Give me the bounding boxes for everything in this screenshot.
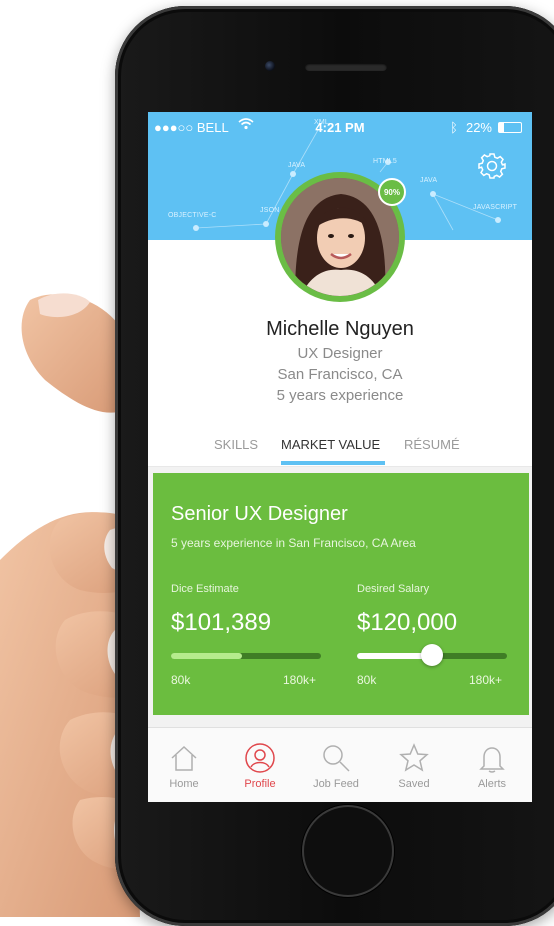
skill-tag: HTML5 [373, 158, 397, 165]
dice-range-max: 180k+ [283, 673, 317, 687]
skill-tag: OBJECTIVE-C [168, 212, 217, 219]
dice-estimate-bar-fill [171, 653, 242, 659]
desired-salary-label: Desired Salary [357, 583, 430, 595]
desired-salary-slider-thumb[interactable] [421, 644, 443, 666]
skill-tag: JSON [260, 207, 280, 214]
profile-icon [245, 743, 275, 773]
nav-home[interactable]: Home [154, 742, 214, 790]
desired-salary-value: $120,000 [357, 609, 458, 636]
market-value-card: Senior UX Designer 5 years experience in… [153, 473, 529, 715]
bluetooth-icon: ᛒ [450, 120, 458, 135]
profile-location: San Francisco, CA [277, 366, 403, 383]
nav-saved[interactable]: Saved [384, 742, 444, 790]
home-icon [171, 745, 197, 771]
profile-name: Michelle Nguyen [266, 318, 414, 340]
nav-alerts[interactable]: Alerts [462, 742, 522, 790]
bottom-tab-bar: Home Profile Job Feed Saved Alerts [148, 727, 532, 802]
salary-range-max: 180k+ [469, 673, 503, 687]
nav-profile-label: Profile [244, 778, 276, 790]
market-job-subtitle: 5 years experience in San Francisco, CA … [171, 536, 416, 550]
nav-alerts-label: Alerts [477, 778, 507, 790]
nav-job-feed[interactable]: Job Feed [306, 742, 366, 790]
dice-range-min: 80k [171, 673, 191, 687]
app-screen: XML JAVA HTML5 JAVA OBJECTIVE-C JSON JAV… [148, 112, 532, 802]
gear-icon[interactable] [478, 152, 506, 180]
search-icon [323, 745, 350, 772]
front-camera [265, 61, 275, 71]
tab-skills[interactable]: SKILLS [214, 437, 258, 452]
battery-icon [498, 122, 522, 133]
status-bar: ●●●○○ BELL 4:21 PM ᛒ 22% [148, 112, 532, 140]
nav-home-label: Home [169, 778, 199, 790]
battery-percent: ᛒ 22% [450, 120, 492, 135]
dice-estimate-bar [171, 653, 321, 659]
skill-tag: JAVA [288, 162, 306, 169]
home-hardware-button[interactable] [302, 805, 394, 897]
profile-tabs: SKILLS MARKET VALUE RÉSUMÉ [148, 434, 532, 464]
star-icon [399, 743, 429, 772]
earpiece-speaker [305, 63, 387, 71]
active-tab-indicator [281, 461, 385, 465]
tab-resume[interactable]: RÉSUMÉ [404, 437, 460, 452]
salary-range-min: 80k [357, 673, 377, 687]
profile-completion-badge: 90% [378, 178, 406, 206]
nav-saved-label: Saved [398, 778, 430, 790]
dice-estimate-value: $101,389 [171, 609, 272, 636]
market-job-title: Senior UX Designer [171, 503, 348, 525]
profile-job-title: UX Designer [297, 345, 383, 362]
profile-experience: 5 years experience [276, 387, 404, 404]
skill-tag: JAVASCRIPT [473, 204, 518, 211]
bell-icon [479, 747, 505, 773]
skill-tag: JAVA [420, 177, 438, 184]
tab-market-value[interactable]: MARKET VALUE [281, 437, 380, 452]
nav-profile[interactable]: Profile [230, 742, 290, 790]
dice-estimate-label: Dice Estimate [171, 583, 239, 595]
nav-job-feed-label: Job Feed [313, 778, 359, 790]
